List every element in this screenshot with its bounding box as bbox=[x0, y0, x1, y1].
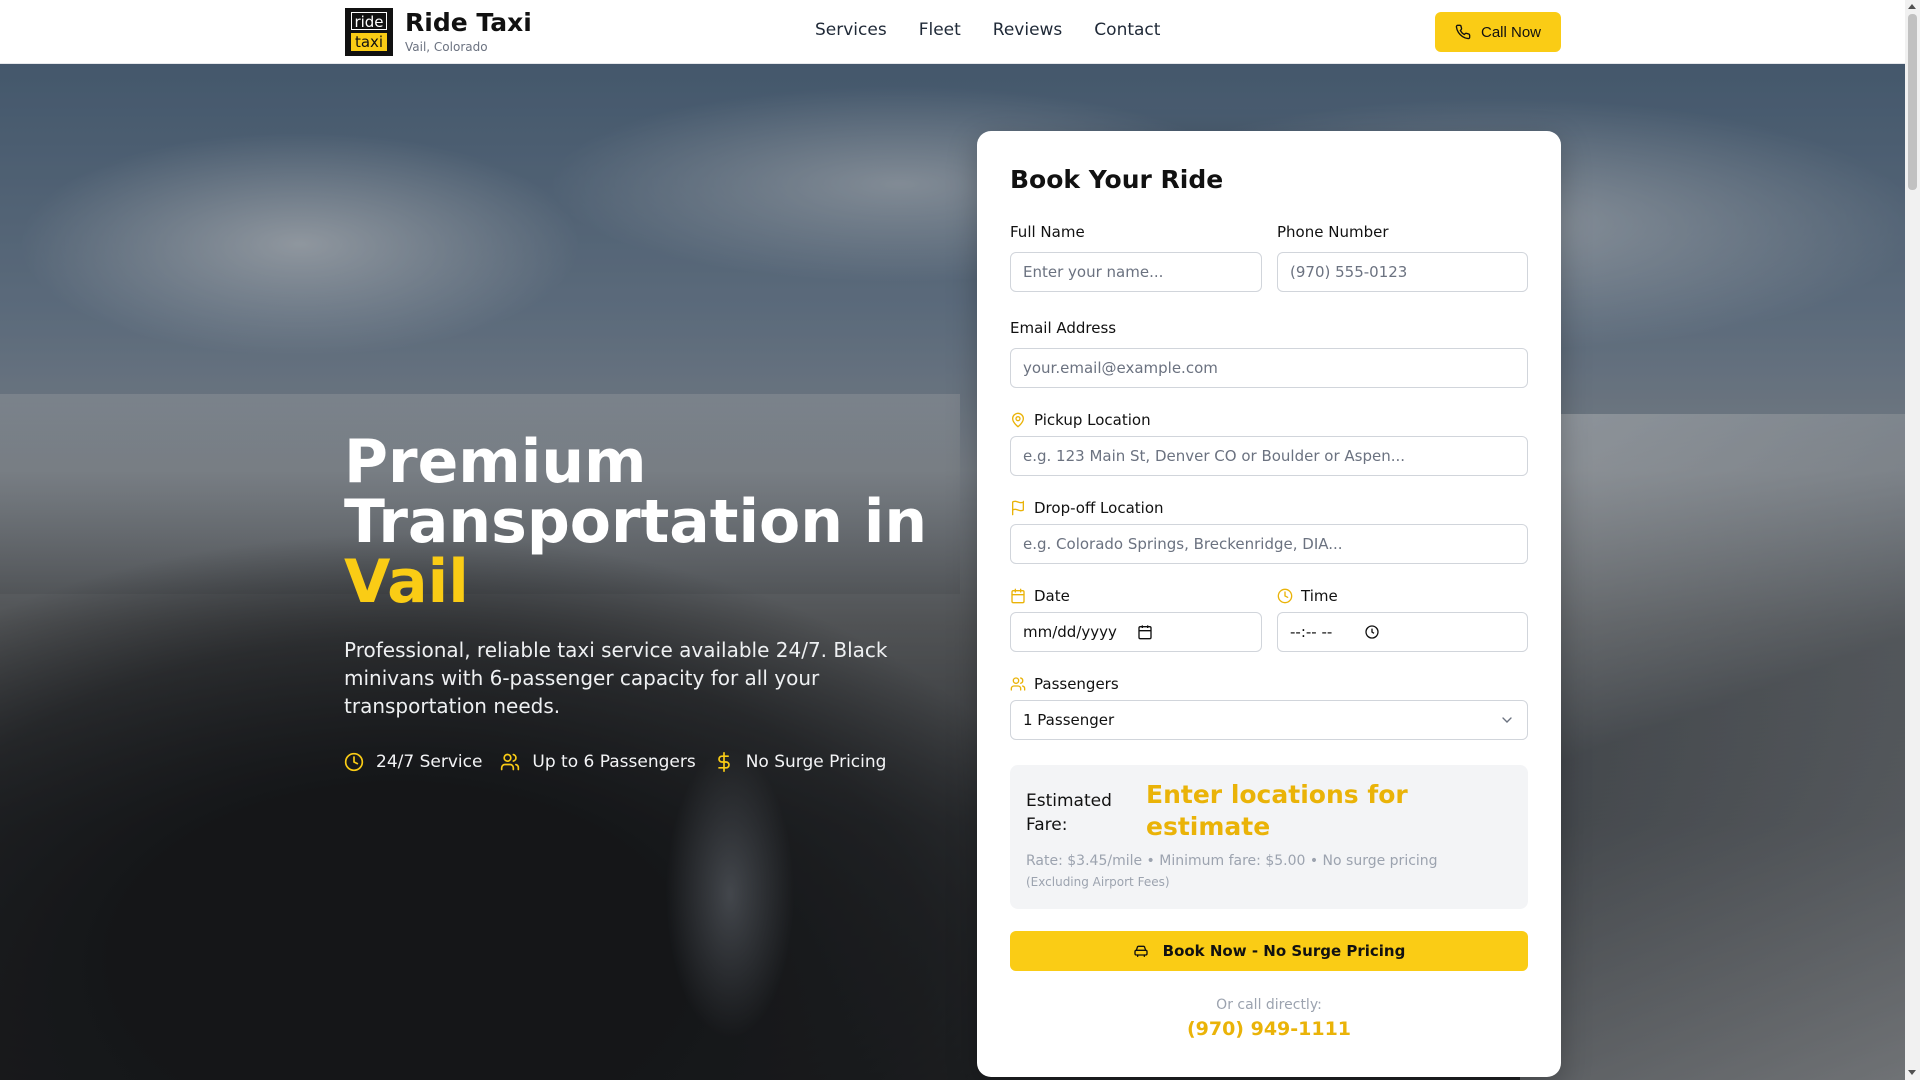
passengers-select[interactable]: 1 Passenger bbox=[1010, 700, 1528, 740]
calendar-icon bbox=[1011, 588, 1025, 604]
page-scrollbar[interactable] bbox=[1905, 0, 1920, 1080]
feature-label: Up to 6 Passengers bbox=[532, 752, 696, 772]
full-name-label: Full Name bbox=[1010, 223, 1085, 241]
email-label-text: Email Address bbox=[1010, 319, 1117, 337]
phone-number-link[interactable]: (970) 949-1111 bbox=[977, 1018, 1561, 1040]
users-icon bbox=[1010, 677, 1026, 691]
booking-form-card: Book Your Ride Full Name Phone Number Em… bbox=[977, 131, 1561, 1077]
calendar-picker-icon[interactable] bbox=[1137, 624, 1153, 640]
time-input[interactable]: --:-- -- bbox=[1277, 612, 1528, 652]
time-label-text: Time bbox=[1301, 587, 1338, 605]
scroll-down-arrow-icon[interactable] bbox=[1908, 1070, 1916, 1075]
feature-list: 24/7 Service Up to 6 Passengers No Surge… bbox=[344, 752, 886, 772]
phone-label-text: Phone Number bbox=[1277, 223, 1389, 241]
fare-note: (Excluding Airport Fees) bbox=[1026, 875, 1170, 889]
book-now-label: Book Now - No Surge Pricing bbox=[1162, 942, 1406, 960]
main-nav: Services Fleet Reviews Contact bbox=[815, 20, 1160, 40]
nav-link-contact[interactable]: Contact bbox=[1094, 20, 1160, 40]
clock-icon bbox=[1277, 588, 1293, 604]
hero-description: Professional, reliable taxi service avai… bbox=[344, 638, 888, 718]
call-now-label: Call Now bbox=[1480, 23, 1541, 41]
phone-input[interactable] bbox=[1277, 252, 1528, 292]
logo-text-taxi: taxi bbox=[351, 33, 387, 51]
fare-estimate-box: Estimated Fare: Enter locations for esti… bbox=[1010, 765, 1528, 909]
date-input[interactable]: mm/dd/yyyy bbox=[1010, 612, 1262, 652]
full-name-label-text: Full Name bbox=[1010, 223, 1085, 241]
book-now-button[interactable]: Book Now - No Surge Pricing bbox=[1010, 931, 1528, 971]
chevron-down-icon bbox=[1502, 717, 1512, 723]
passengers-label-text: Passengers bbox=[1034, 675, 1119, 693]
site-header: ride taxi Ride Taxi Vail, Colorado Servi… bbox=[0, 0, 1905, 64]
date-label-text: Date bbox=[1034, 587, 1070, 605]
call-now-button[interactable]: Call Now bbox=[1435, 12, 1561, 52]
pickup-input[interactable] bbox=[1010, 436, 1528, 476]
date-input-value: mm/dd/yyyy bbox=[1023, 623, 1117, 641]
car-icon bbox=[1133, 945, 1148, 957]
clock-icon bbox=[344, 752, 364, 772]
nav-link-fleet[interactable]: Fleet bbox=[919, 20, 961, 40]
passengers-selected: 1 Passenger bbox=[1023, 711, 1115, 729]
dropoff-label-text: Drop-off Location bbox=[1034, 499, 1164, 517]
booking-title: Book Your Ride bbox=[1010, 165, 1224, 194]
scroll-up-arrow-icon[interactable] bbox=[1908, 4, 1916, 9]
email-input[interactable] bbox=[1010, 348, 1528, 388]
feature-label: No Surge Pricing bbox=[745, 752, 887, 772]
fare-label: Estimated Fare: bbox=[1026, 791, 1112, 835]
pickup-label: Pickup Location bbox=[1010, 411, 1151, 429]
email-label: Email Address bbox=[1010, 319, 1116, 337]
flag-icon bbox=[1012, 500, 1024, 516]
time-label: Time bbox=[1277, 587, 1338, 605]
dollar-icon bbox=[717, 752, 730, 772]
hero-background bbox=[0, 64, 1905, 1080]
phone-label: Phone Number bbox=[1277, 223, 1389, 241]
feature-passengers: Up to 6 Passengers bbox=[500, 752, 696, 772]
feature-label: 24/7 Service bbox=[376, 752, 483, 772]
passengers-label: Passengers bbox=[1010, 675, 1119, 693]
hero-title-accent: Vail bbox=[344, 547, 469, 617]
date-label: Date bbox=[1010, 587, 1070, 605]
hero-overlay bbox=[0, 64, 1905, 1080]
dropoff-label: Drop-off Location bbox=[1010, 499, 1164, 517]
time-input-value: --:-- -- bbox=[1290, 623, 1333, 641]
feature-24-7: 24/7 Service bbox=[344, 752, 482, 772]
dropoff-input[interactable] bbox=[1010, 524, 1528, 564]
logo-text-ride: ride bbox=[351, 12, 387, 31]
nav-link-reviews[interactable]: Reviews bbox=[993, 20, 1063, 40]
hero-title: Premium Transportation in Vail bbox=[344, 432, 927, 612]
fare-rate-info: Rate: $3.45/mile • Minimum fare: $5.00 •… bbox=[1026, 853, 1438, 869]
phone-icon bbox=[1455, 24, 1471, 40]
time-picker-icon[interactable] bbox=[1364, 624, 1380, 640]
users-icon bbox=[501, 753, 520, 771]
or-call-text: Or call directly: bbox=[1216, 997, 1322, 1013]
feature-no-surge: No Surge Pricing bbox=[714, 752, 887, 772]
nav-link-services[interactable]: Services bbox=[815, 20, 887, 40]
brand-name[interactable]: Ride Taxi bbox=[405, 8, 532, 37]
pickup-label-text: Pickup Location bbox=[1034, 411, 1151, 429]
scrollbar-thumb[interactable] bbox=[1908, 14, 1917, 190]
brand-location: Vail, Colorado bbox=[405, 40, 488, 54]
full-name-input[interactable] bbox=[1010, 252, 1262, 292]
ride-taxi-logo[interactable]: ride taxi bbox=[345, 8, 393, 56]
map-pin-icon bbox=[1011, 412, 1025, 428]
fare-value: Enter locations for estimate bbox=[1146, 780, 1408, 841]
